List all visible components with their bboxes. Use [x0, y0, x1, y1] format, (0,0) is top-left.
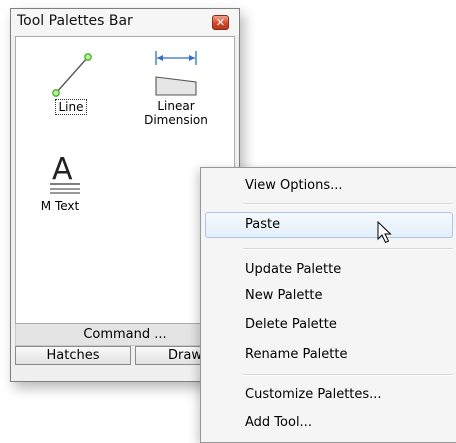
- command-label: Command ...: [83, 327, 167, 342]
- tool-linear-dimension-label-line2: Dimension: [144, 113, 208, 127]
- menu-item-customize-palettes[interactable]: Customize Palettes...: [205, 382, 453, 408]
- close-icon: ✕: [215, 16, 226, 29]
- menu-separator: [243, 248, 453, 250]
- menu-item-add-tool[interactable]: Add Tool...: [205, 410, 453, 436]
- context-menu: View Options... Paste Update Palette New…: [200, 167, 456, 443]
- palette-title-bar[interactable]: Tool Palettes Bar ✕: [11, 9, 239, 35]
- menu-item-label: Update Palette: [245, 262, 342, 277]
- line-tool-icon: [52, 53, 92, 97]
- menu-separator: [243, 374, 453, 376]
- tool-mtext[interactable]: A M Text: [30, 151, 90, 213]
- tool-line-label: Line: [55, 99, 87, 115]
- menu-item-label: Add Tool...: [245, 415, 312, 430]
- svg-text:A: A: [52, 152, 73, 187]
- menu-item-rename-palette[interactable]: Rename Palette: [205, 342, 453, 368]
- menu-item-label: Delete Palette: [245, 317, 337, 332]
- menu-item-label: Rename Palette: [245, 347, 348, 362]
- tool-mtext-label: M Text: [40, 199, 80, 213]
- menu-item-label: Paste: [245, 217, 281, 232]
- tab-draw-label: Draw: [168, 348, 202, 363]
- tool-line[interactable]: Line: [36, 49, 106, 115]
- menu-item-paste[interactable]: Paste: [205, 212, 453, 238]
- tab-hatches-label: Hatches: [46, 348, 100, 363]
- mouse-cursor-icon: [377, 221, 392, 244]
- menu-item-new-palette[interactable]: New Palette: [205, 283, 453, 309]
- mtext-icon: A: [50, 152, 80, 194]
- menu-separator: [243, 203, 453, 205]
- menu-item-view-options[interactable]: View Options...: [205, 173, 453, 199]
- menu-item-label: Customize Palettes...: [245, 387, 382, 402]
- tool-linear-dimension-label-line1: Linear: [157, 99, 195, 113]
- menu-item-delete-palette[interactable]: Delete Palette: [205, 312, 453, 338]
- palette-title: Tool Palettes Bar: [17, 13, 133, 29]
- tool-linear-dimension[interactable]: Linear Dimension: [134, 49, 218, 127]
- menu-item-update-palette[interactable]: Update Palette: [205, 257, 453, 283]
- linear-dimension-icon: [155, 51, 197, 96]
- menu-item-label: View Options...: [245, 178, 343, 193]
- tab-hatches[interactable]: Hatches: [15, 346, 131, 365]
- close-button[interactable]: ✕: [212, 15, 229, 30]
- menu-item-label: New Palette: [245, 288, 323, 303]
